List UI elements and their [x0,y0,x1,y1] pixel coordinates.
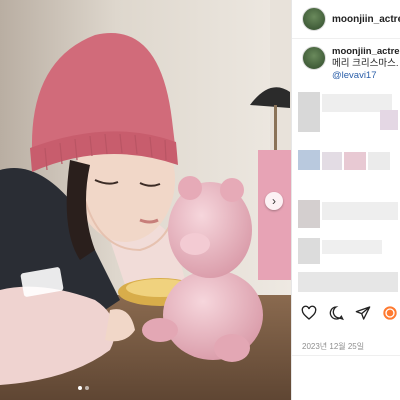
caption-text: moonjiin_actress 메리 크리스마스. @levavi17 [332,46,400,82]
caption-body: 메리 크리스마스. [332,58,399,69]
post-date: 2023년 12월 25일 [302,342,365,351]
comment-icon[interactable] [327,304,345,322]
post-photo[interactable]: › [0,0,291,400]
post-header: moonjiin_actress [302,6,400,32]
chevron-right-icon: › [272,194,276,208]
post-side-panel: moonjiin_actress moonjiin_actress 메리 크리스… [291,0,400,400]
caption: moonjiin_actress 메리 크리스마스. @levavi17 [302,46,400,82]
blurred-comments [298,92,398,297]
post-actions [300,304,399,322]
carousel-dot [78,386,82,390]
next-photo-button[interactable]: › [265,192,283,210]
threads-icon[interactable] [381,304,399,322]
comment-area[interactable] [292,355,400,400]
caption-mention[interactable]: @levavi17 [332,70,400,82]
caption-username[interactable]: moonjiin_actress [332,46,400,58]
divider [292,38,400,39]
carousel-dots [78,386,89,390]
carousel-dot [85,386,89,390]
caption-avatar[interactable] [302,46,326,70]
heart-icon[interactable] [300,304,318,322]
send-icon[interactable] [354,304,372,322]
username[interactable]: moonjiin_actress [332,14,400,25]
avatar[interactable] [302,7,326,31]
